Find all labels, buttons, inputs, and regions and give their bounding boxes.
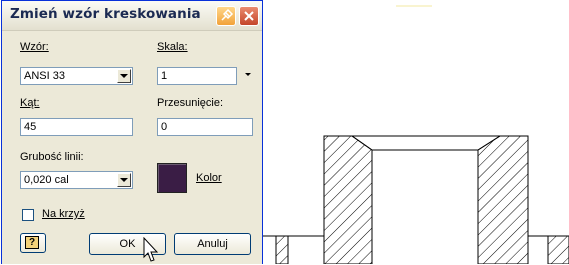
- pattern-label: Wzór:: [20, 41, 49, 53]
- scale-input[interactable]: 1: [157, 67, 237, 85]
- left-upright-hatch: [323, 135, 373, 264]
- right-flange-hatch: [547, 235, 569, 264]
- offset-label: Przesunięcie:: [157, 97, 224, 109]
- help-button[interactable]: ?: [20, 233, 46, 253]
- help-icon: ?: [25, 236, 39, 249]
- cancel-label: Anuluj: [197, 238, 228, 250]
- hatch-edit-dialog: Zmień wzór kreskowania Wzór: ANSI 33 Ska…: [1, 0, 263, 264]
- line-weight-dropdown-button[interactable]: [117, 173, 131, 187]
- left-flange-hatch: [275, 235, 289, 264]
- right-upright-hatch: [477, 135, 529, 264]
- line-weight-select[interactable]: 0,020 cal: [20, 171, 133, 189]
- angle-label: Kąt:: [20, 97, 40, 109]
- pattern-select[interactable]: ANSI 33: [20, 67, 133, 85]
- chevron-down-icon: [120, 74, 128, 78]
- offset-input[interactable]: 0: [157, 118, 253, 136]
- scale-dropdown-arrow-icon[interactable]: [245, 73, 251, 77]
- close-icon: [244, 11, 254, 21]
- angle-value: 45: [24, 121, 37, 133]
- offset-value: 0: [161, 121, 168, 133]
- dialog-title: Zmień wzór kreskowania: [10, 6, 201, 22]
- chevron-down-icon: [120, 178, 128, 182]
- pattern-dropdown-button[interactable]: [117, 69, 131, 83]
- line-weight-label: Grubość linii:: [20, 151, 84, 163]
- line-weight-value: 0,020 cal: [24, 174, 69, 186]
- cross-hatch-checkbox[interactable]: [22, 209, 34, 221]
- scale-label: Skala:: [157, 41, 188, 53]
- color-label: Kolor: [196, 172, 222, 184]
- mouse-cursor-icon: [143, 237, 159, 262]
- close-button[interactable]: [239, 6, 259, 26]
- scale-value: 1: [161, 70, 168, 82]
- ok-label: OK: [119, 238, 136, 250]
- pattern-value: ANSI 33: [24, 70, 65, 82]
- cancel-button[interactable]: Anuluj: [174, 233, 251, 255]
- help-title-button[interactable]: [216, 6, 236, 26]
- pin-icon: [221, 8, 234, 21]
- title-bar: Zmień wzór kreskowania: [2, 1, 262, 31]
- angle-input[interactable]: 45: [20, 118, 133, 136]
- color-swatch-button[interactable]: [157, 163, 187, 193]
- cross-hatch-label: Na krzyż: [42, 208, 85, 220]
